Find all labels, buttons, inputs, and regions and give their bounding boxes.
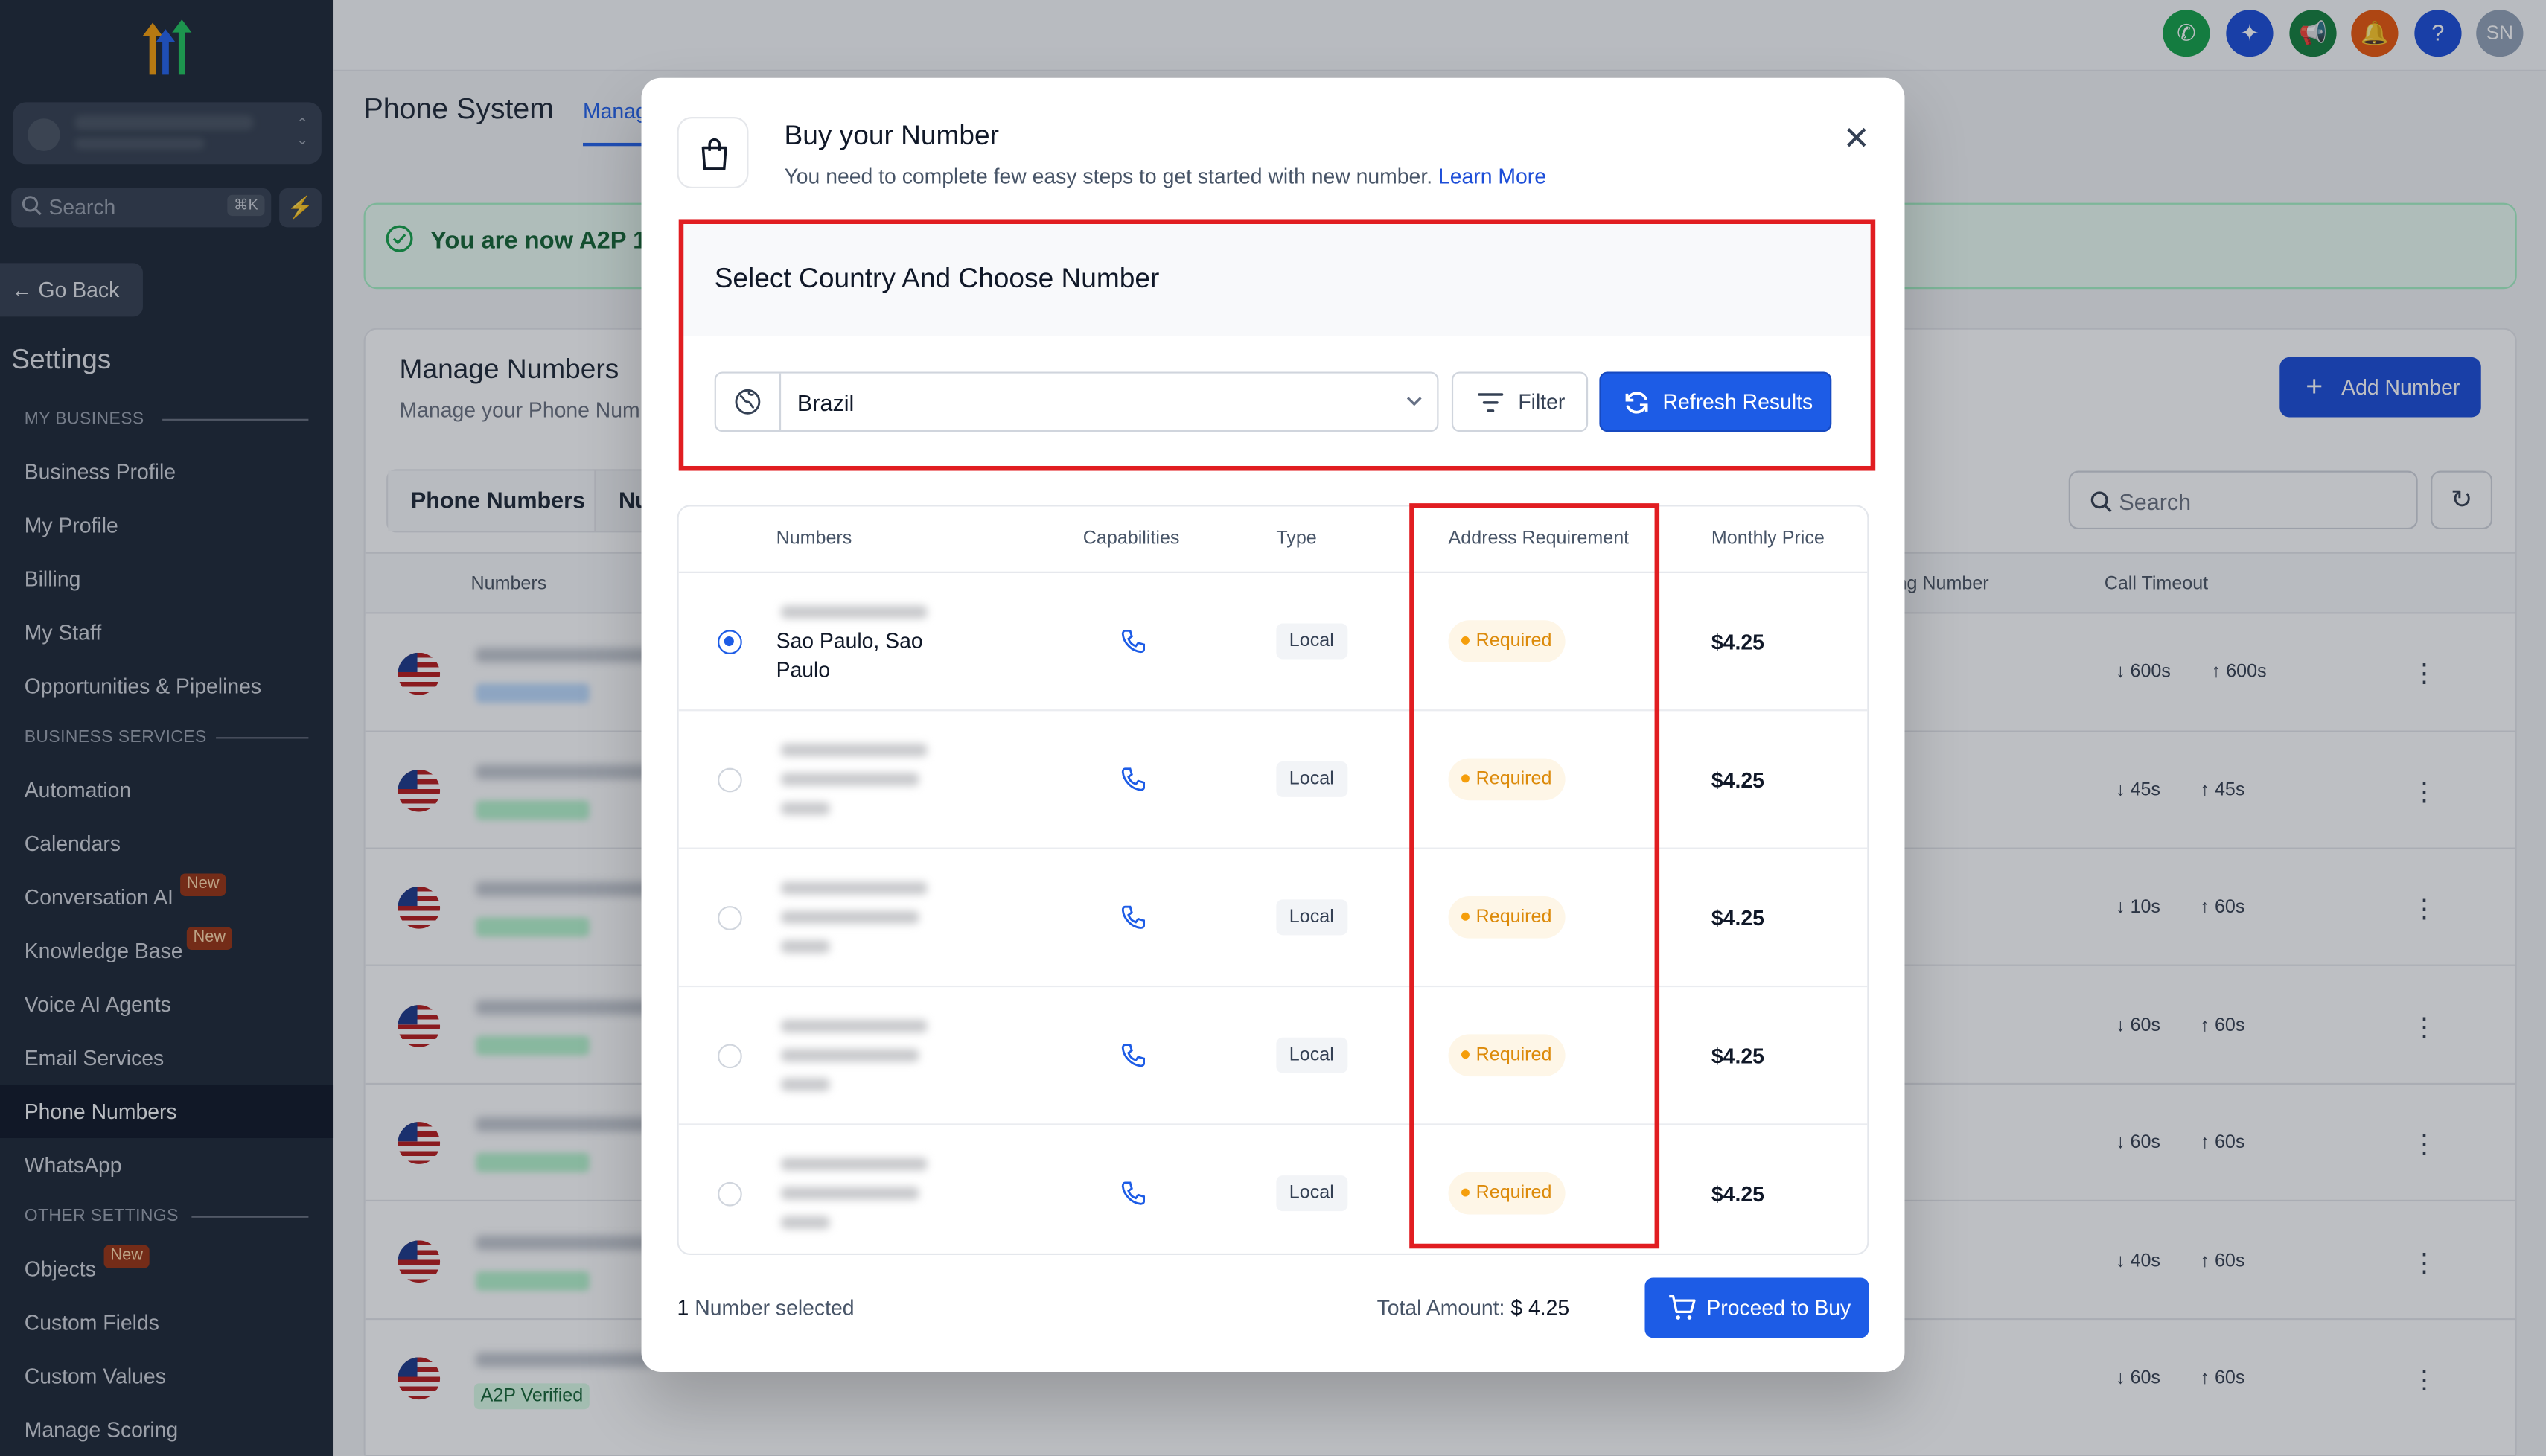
type-badge: Local [1276, 761, 1347, 797]
close-icon[interactable]: ✕ [1843, 118, 1871, 159]
col-capabilities: Capabilities [1082, 529, 1180, 549]
select-radio[interactable] [718, 767, 742, 793]
modal-subtitle-text: You need to complete few easy steps to g… [784, 164, 1433, 189]
cart-icon [1669, 1294, 1696, 1320]
number-row[interactable]: Sao Paulo, Sao Paulo Local Required $4.2… [678, 573, 1868, 712]
number-row[interactable]: Local Required $4.25 [678, 849, 1868, 988]
phone-call-icon [1121, 767, 1146, 791]
number-location: Sao Paulo, Sao Paulo [776, 628, 923, 683]
highlight-box-address [1409, 503, 1660, 1249]
type-badge: Local [1276, 623, 1347, 660]
number-row[interactable]: Local Required $4.25 [678, 711, 1868, 849]
number-row[interactable]: Local Required $4.25 [679, 1125, 1868, 1254]
col-monthly-price: Monthly Price [1711, 529, 1825, 549]
number-row[interactable]: Local Required $4.25 [678, 987, 1868, 1125]
select-radio[interactable] [718, 1181, 742, 1207]
phone-call-icon [1121, 1181, 1146, 1205]
total-label: Total Amount: [1376, 1295, 1505, 1321]
total-value: $ 4.25 [1510, 1295, 1570, 1321]
selected-label: Number selected [695, 1295, 855, 1321]
available-numbers-table: Numbers Capabilities Type Address Requir… [677, 505, 1869, 1256]
total-amount: Total Amount: $ 4.25 [1377, 1296, 1570, 1321]
shopping-bag-icon [677, 117, 749, 189]
phone-call-icon [1121, 629, 1146, 654]
monthly-price: $4.25 [1711, 630, 1764, 654]
col-numbers: Numbers [776, 529, 852, 549]
buy-number-modal: Buy your Number You need to complete few… [641, 77, 1905, 1373]
monthly-price: $4.25 [1711, 767, 1764, 793]
type-badge: Local [1276, 899, 1347, 936]
select-radio[interactable] [718, 906, 742, 930]
highlight-box-country [678, 219, 1876, 471]
modal-subtitle: You need to complete few easy steps to g… [784, 164, 1546, 188]
selected-count-text: 1 Number selected [677, 1296, 855, 1321]
select-radio[interactable] [718, 1044, 742, 1069]
numbers-table-header: Numbers Capabilities Type Address Requir… [678, 507, 1868, 573]
proceed-to-buy-button[interactable]: Proceed to Buy [1644, 1277, 1869, 1338]
proceed-label: Proceed to Buy [1706, 1295, 1851, 1321]
monthly-price: $4.25 [1711, 1044, 1764, 1069]
learn-more-link[interactable]: Learn More [1438, 164, 1546, 188]
phone-call-icon [1121, 905, 1146, 929]
selected-count: 1 [677, 1295, 689, 1321]
monthly-price: $4.25 [1711, 1181, 1764, 1207]
type-badge: Local [1276, 1175, 1347, 1212]
col-type: Type [1276, 529, 1317, 549]
monthly-price: $4.25 [1711, 906, 1764, 930]
phone-call-icon [1121, 1044, 1146, 1067]
select-radio[interactable] [718, 630, 742, 654]
modal-title: Buy your Number [784, 120, 1000, 151]
type-badge: Local [1276, 1037, 1347, 1073]
